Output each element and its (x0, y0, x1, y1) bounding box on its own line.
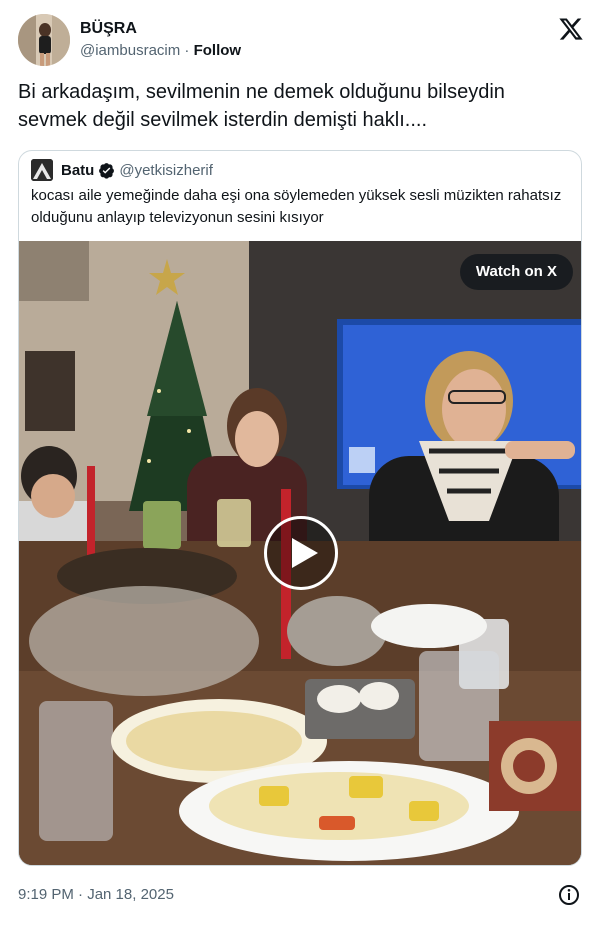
quoted-header: Batu @yetkisizherif (31, 159, 213, 181)
info-icon[interactable] (558, 884, 580, 906)
quoted-text: kocası aile yemeğinde daha eşi ona söyle… (31, 187, 562, 226)
quoted-avatar[interactable] (31, 159, 53, 181)
author-handle[interactable]: @iambusracim (80, 42, 180, 59)
author-avatar[interactable] (18, 14, 70, 66)
author-sub-line: @iambusracim · Follow (80, 41, 241, 61)
tweet-footer: 9:19 PM · Jan 18, 2025 (18, 884, 584, 908)
quoted-author-handle[interactable]: @yetkisizherif (119, 162, 213, 179)
video-player[interactable]: Watch on X (19, 241, 581, 865)
play-icon (292, 538, 318, 568)
tweet-timestamp[interactable]: 9:19 PM · Jan 18, 2025 (18, 884, 584, 906)
watch-on-x-button[interactable]: Watch on X (459, 254, 573, 290)
follow-button[interactable]: Follow (194, 42, 242, 59)
author-name[interactable]: BÜŞRA (80, 19, 241, 39)
tweet-text: Bi arkadaşım, sevilmenin ne demek olduğu… (18, 81, 505, 131)
tweet-header: BÜŞRA @iambusracim · Follow (18, 14, 584, 66)
quoted-tweet[interactable]: Batu @yetkisizherif kocası aile yemeğind… (18, 150, 582, 866)
author-info: BÜŞRA @iambusracim · Follow (80, 19, 241, 61)
x-logo-icon[interactable] (558, 16, 584, 42)
separator: · (180, 42, 194, 59)
play-button[interactable] (264, 516, 338, 590)
verified-badge-icon (99, 162, 115, 179)
quoted-author-name[interactable]: Batu (61, 162, 94, 179)
